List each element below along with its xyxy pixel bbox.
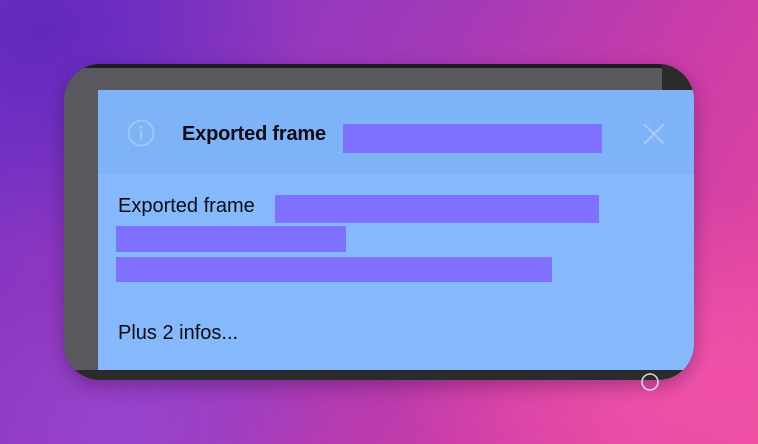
more-info-link[interactable]: Plus 2 infos... — [118, 322, 238, 345]
redacted-block — [275, 195, 599, 223]
close-icon[interactable] — [640, 120, 668, 148]
redacted-block — [116, 226, 346, 252]
notification-panel[interactable]: Exported frame Exported frame Plus 2 inf… — [98, 90, 694, 370]
redacted-block — [343, 124, 602, 153]
window-corner-strip — [662, 64, 694, 92]
redacted-block — [116, 257, 552, 282]
notification-title: Exported frame — [182, 123, 326, 145]
circle-icon — [641, 373, 659, 391]
info-circle-icon — [127, 119, 155, 147]
app-window: Exported frame Exported frame Plus 2 inf… — [64, 64, 694, 380]
window-top-bar — [64, 64, 694, 68]
notification-message: Exported frame — [118, 195, 255, 217]
notification-header: Exported frame — [98, 90, 694, 174]
window-bottom-bar — [64, 370, 694, 380]
